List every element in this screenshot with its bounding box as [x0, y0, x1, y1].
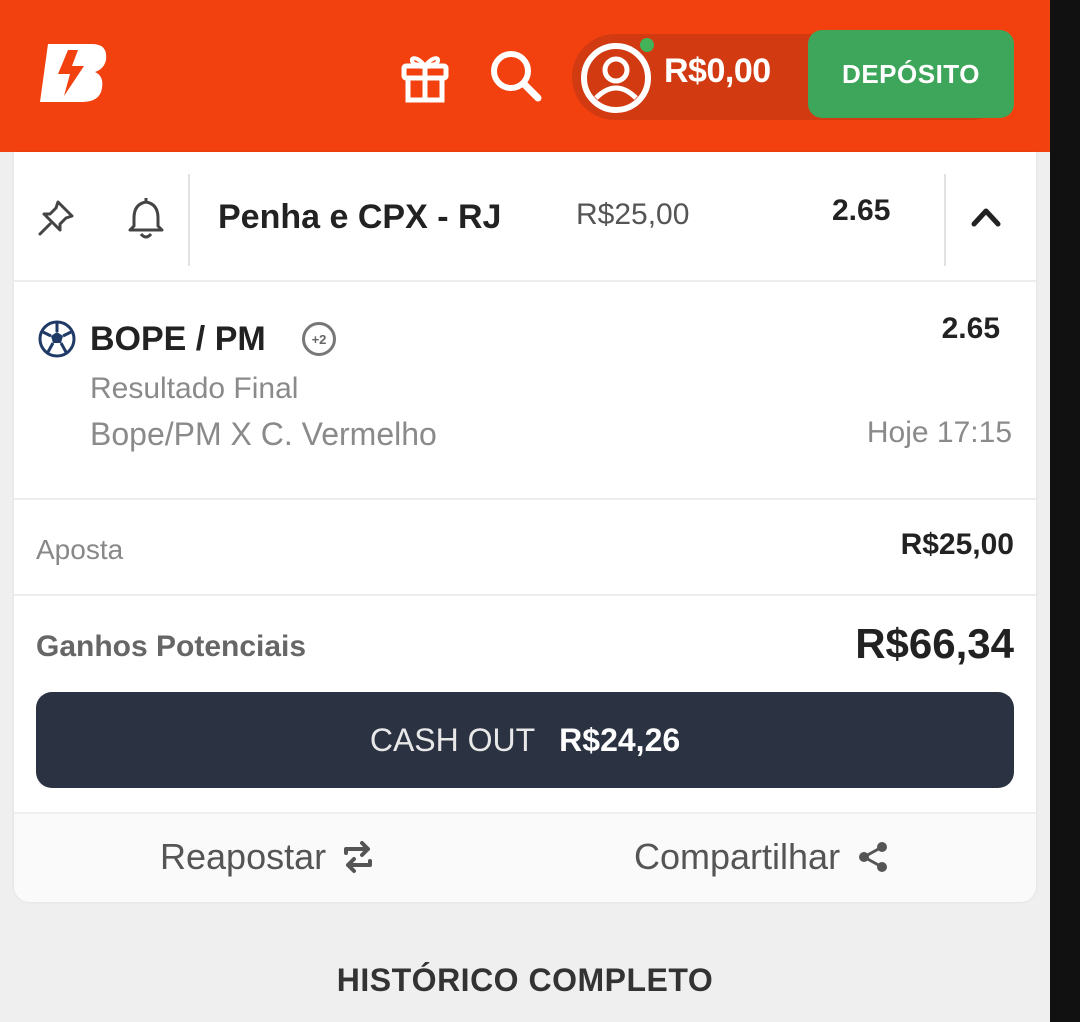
cash-out-value: R$24,26 [559, 721, 681, 758]
rebet-label: Reapostar [160, 836, 327, 877]
selection-name: BOPE / PM [90, 320, 266, 358]
market-name: Resultado Final [90, 372, 299, 405]
stake-label: Aposta [36, 534, 124, 565]
bet-stake: R$25,00 [576, 198, 690, 231]
potential-winnings-row: Ganhos Potenciais R$66,34 [14, 596, 1036, 690]
divider [188, 174, 190, 266]
stake-value: R$25,00 [900, 528, 1014, 561]
stake-row: Aposta R$25,00 [14, 500, 1036, 596]
bet-selection: BOPE / PM +2 2.65 Resultado Final Bope/P… [14, 282, 1036, 500]
share-label: Compartilhar [634, 836, 841, 877]
chevron-up-icon[interactable] [968, 202, 1004, 232]
match-time: Hoje 17:15 [866, 416, 1012, 449]
cash-out-button[interactable]: CASH OUT R$24,26 [36, 692, 1014, 788]
card-footer: Reapostar Compartilhar [14, 812, 1036, 902]
online-status-dot [640, 38, 654, 52]
page: R$0,00 DEPÓSITO Penha e CPX - RJ R$25,00… [0, 0, 1080, 1022]
gift-icon[interactable] [396, 46, 454, 104]
bell-icon[interactable] [126, 196, 166, 240]
potential-winnings-value: R$66,34 [855, 620, 1014, 667]
brand-logo[interactable] [34, 38, 114, 108]
share-button[interactable]: Compartilhar [634, 836, 894, 878]
bet-header[interactable]: Penha e CPX - RJ R$25,00 2.65 [14, 152, 1036, 282]
share-icon [859, 842, 888, 872]
repeat-icon [344, 841, 373, 873]
selection-odds: 2.65 [941, 312, 1000, 345]
divider [944, 174, 946, 266]
pin-icon[interactable] [36, 198, 76, 238]
balance-amount: R$0,00 [664, 52, 771, 90]
bet-title: Penha e CPX - RJ [218, 198, 502, 236]
top-bar: R$0,00 DEPÓSITO [0, 0, 1050, 152]
soccer-ball-icon [38, 320, 76, 358]
user-icon[interactable] [578, 40, 654, 116]
search-icon[interactable] [486, 46, 544, 104]
bet-odds: 2.65 [832, 194, 891, 227]
deposit-button[interactable]: DEPÓSITO [808, 30, 1014, 118]
cash-out-label: CASH OUT [369, 721, 536, 758]
full-history-link[interactable]: HISTÓRICO COMPLETO [0, 962, 1050, 999]
bet-card: Penha e CPX - RJ R$25,00 2.65 BOPE / PM … [14, 152, 1036, 902]
potential-winnings-label: Ganhos Potenciais [36, 630, 307, 663]
match-name: Bope/PM X C. Vermelho [90, 416, 437, 452]
rebet-button[interactable]: Reapostar [160, 836, 378, 878]
screen-edge [1050, 0, 1080, 1022]
extra-selections-badge[interactable]: +2 [302, 322, 336, 356]
